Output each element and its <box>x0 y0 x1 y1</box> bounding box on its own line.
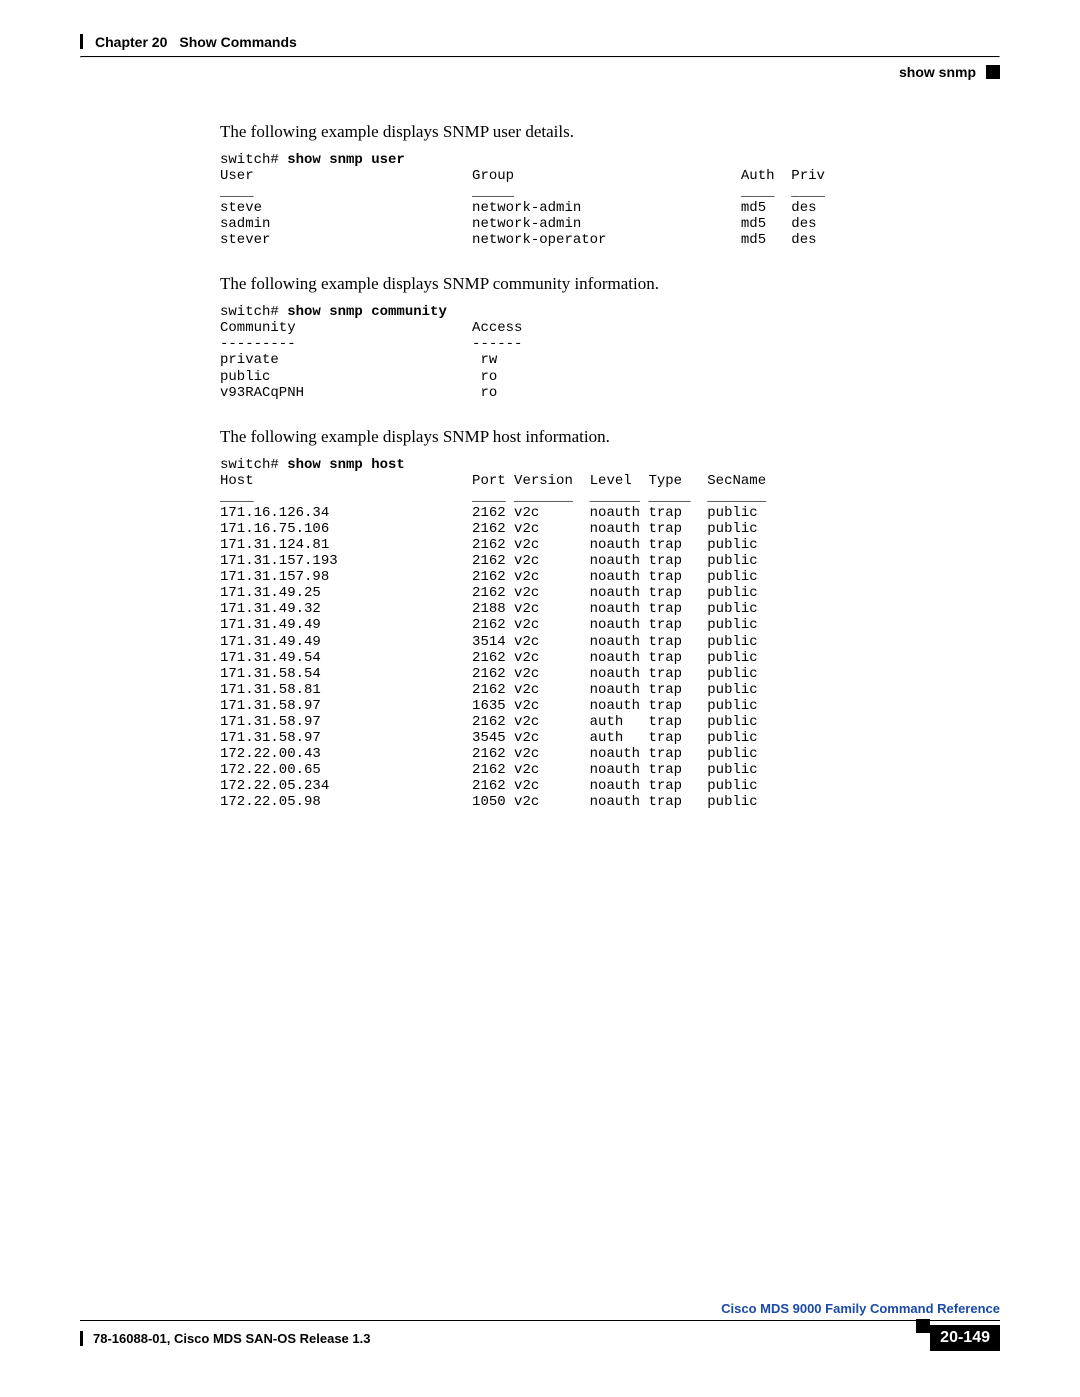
output: Community Access --------- ------ privat… <box>220 320 522 400</box>
prompt: switch# <box>220 152 287 168</box>
doc-id: 78-16088-01, Cisco MDS SAN-OS Release 1.… <box>93 1331 370 1346</box>
book-title: Cisco MDS 9000 Family Command Reference <box>80 1301 1000 1316</box>
section-title: show snmp <box>899 64 976 80</box>
command: show snmp community <box>287 304 447 320</box>
section-header: show snmp <box>80 64 1000 80</box>
chapter-title: Show Commands <box>179 34 296 50</box>
header-divider <box>80 34 83 49</box>
paragraph-snmp-community: The following example displays SNMP comm… <box>220 272 960 296</box>
section-marker-icon <box>986 65 1000 79</box>
header-rule <box>80 56 1000 58</box>
terminal-output-snmp-host: switch# show snmp host Host Port Version… <box>220 457 960 811</box>
output: User Group Auth Priv ____ _____ ____ ___… <box>220 168 825 248</box>
footer-divider <box>80 1331 83 1346</box>
prompt: switch# <box>220 457 287 473</box>
footer-marker-icon <box>916 1319 930 1333</box>
prompt: switch# <box>220 304 287 320</box>
terminal-output-snmp-user: switch# show snmp user User Group Auth P… <box>220 152 960 249</box>
terminal-output-snmp-community: switch# show snmp community Community Ac… <box>220 304 960 401</box>
command: show snmp host <box>287 457 405 473</box>
chapter-label: Chapter 20 <box>95 34 167 50</box>
page-number: 20-149 <box>930 1325 1000 1351</box>
paragraph-snmp-host: The following example displays SNMP host… <box>220 425 960 449</box>
output: Host Port Version Level Type SecName ___… <box>220 473 766 811</box>
running-header: Chapter 20 Show Commands <box>80 34 1000 50</box>
command: show snmp user <box>287 152 405 168</box>
paragraph-snmp-user: The following example displays SNMP user… <box>220 120 960 144</box>
page-footer: Cisco MDS 9000 Family Command Reference … <box>80 1301 1000 1351</box>
body-content: The following example displays SNMP user… <box>220 120 960 811</box>
